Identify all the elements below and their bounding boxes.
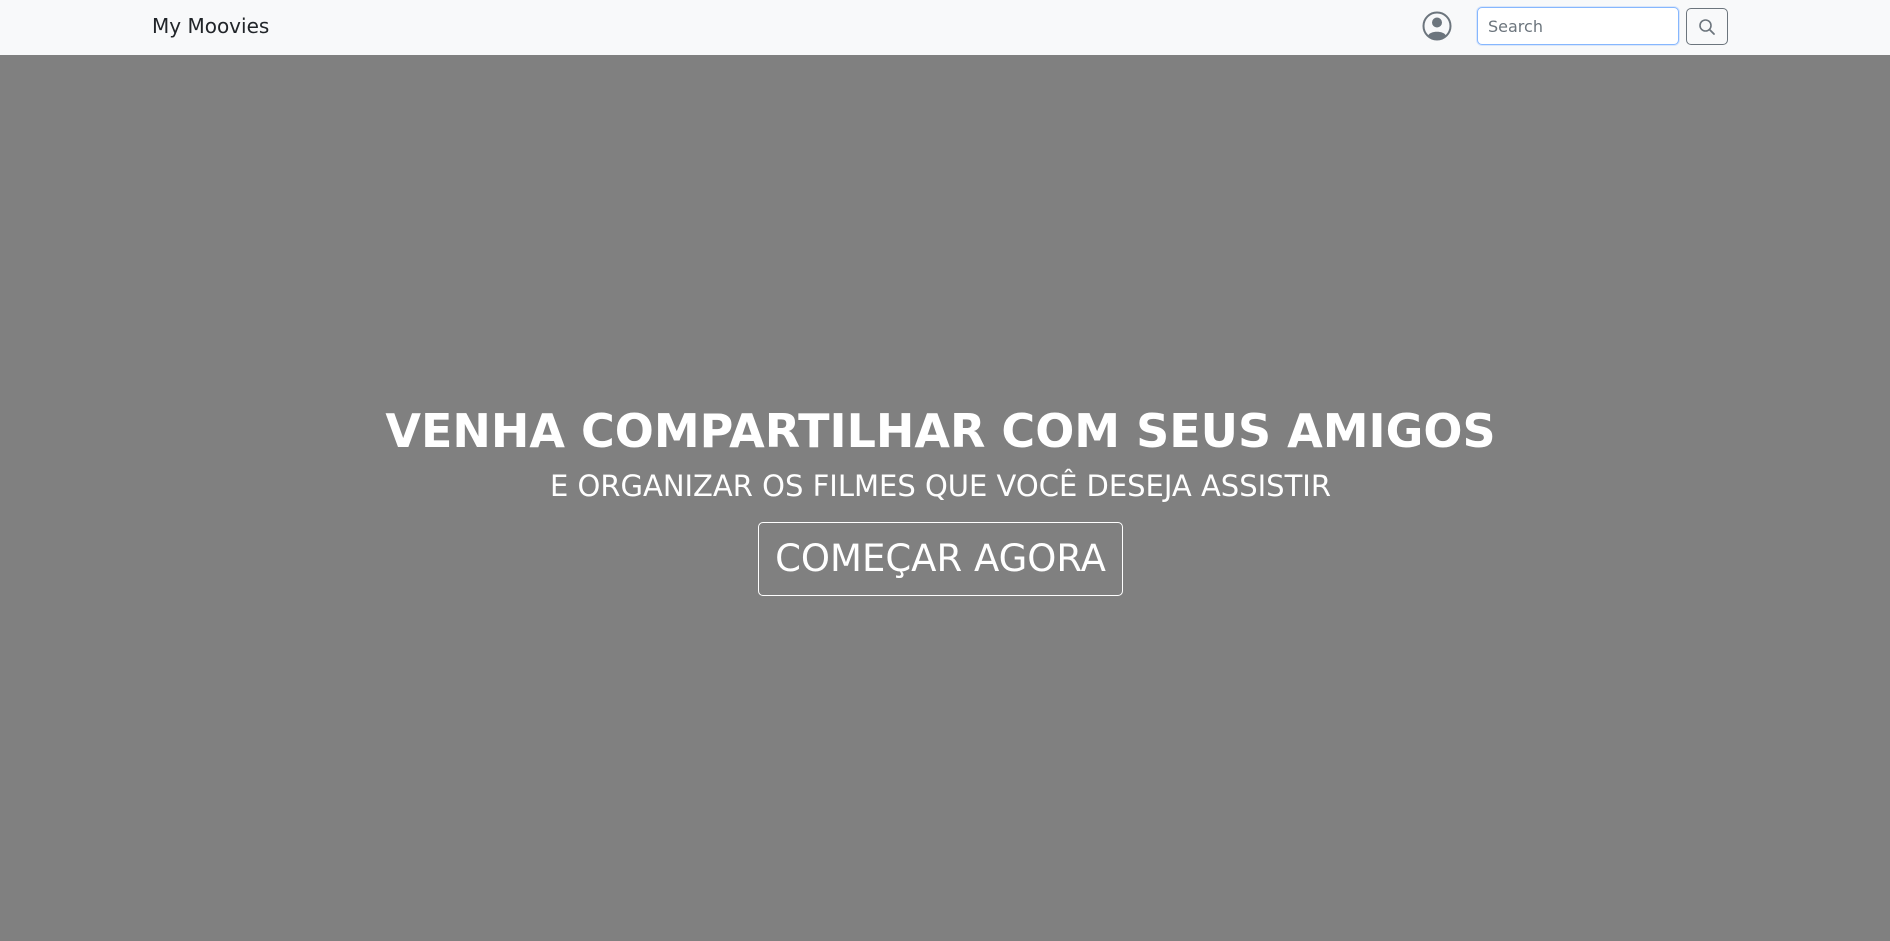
hero-subtitle: E ORGANIZAR OS FILMES QUE VOCÊ DESEJA AS… (549, 469, 1332, 503)
start-now-button[interactable]: COMEÇAR AGORA (758, 522, 1123, 596)
search-button[interactable] (1686, 8, 1728, 45)
top-navbar: My Moovies (0, 0, 1890, 55)
search-input[interactable] (1477, 7, 1679, 45)
hero-title: VENHA COMPARTILHAR COM SEUS AMIGOS (385, 404, 1496, 458)
hero-section: VENHA COMPARTILHAR COM SEUS AMIGOS E ORG… (0, 55, 1890, 941)
search-icon (1698, 18, 1716, 36)
brand-link[interactable]: My Moovies (152, 13, 269, 39)
user-circle-icon[interactable] (1422, 11, 1452, 41)
